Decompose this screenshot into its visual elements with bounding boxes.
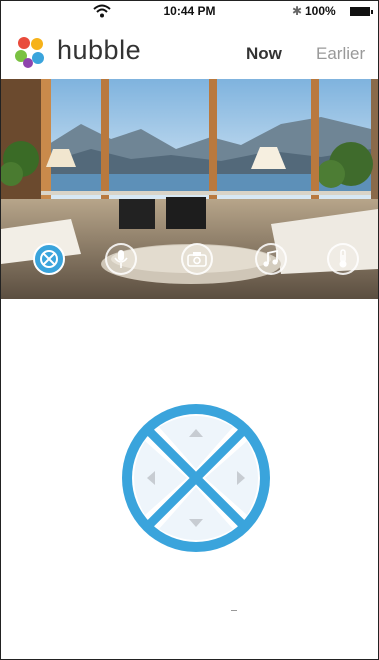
camera-icon: [187, 252, 207, 267]
bluetooth-icon: ✱: [292, 4, 303, 18]
microphone-button[interactable]: [105, 243, 137, 275]
pan-tilt-icon: [40, 250, 58, 268]
thermometer-button[interactable]: [327, 243, 359, 275]
tab-earlier[interactable]: Earlier: [316, 44, 365, 64]
brand-name: hubble: [57, 35, 142, 65]
camera-button[interactable]: [181, 243, 213, 275]
microphone-icon: [114, 250, 128, 268]
music-button[interactable]: [255, 243, 287, 275]
music-icon: [263, 250, 278, 267]
tab-now[interactable]: Now: [246, 44, 282, 64]
app-screen: 10:44 PM ✱ 100% hubble Now Earlier: [0, 0, 379, 660]
page-indicator: [231, 610, 237, 611]
pan-tilt-button[interactable]: [33, 243, 65, 275]
status-bar: 10:44 PM ✱ 100%: [1, 1, 378, 23]
camera-toolbar: [1, 243, 378, 287]
app-header: hubble Now Earlier: [1, 25, 378, 77]
battery-percent: 100%: [305, 4, 336, 18]
battery-icon: [350, 7, 373, 16]
pan-tilt-dpad: [122, 404, 270, 552]
hubble-logo-icon: [15, 37, 44, 68]
thermometer-icon: [339, 249, 347, 268]
